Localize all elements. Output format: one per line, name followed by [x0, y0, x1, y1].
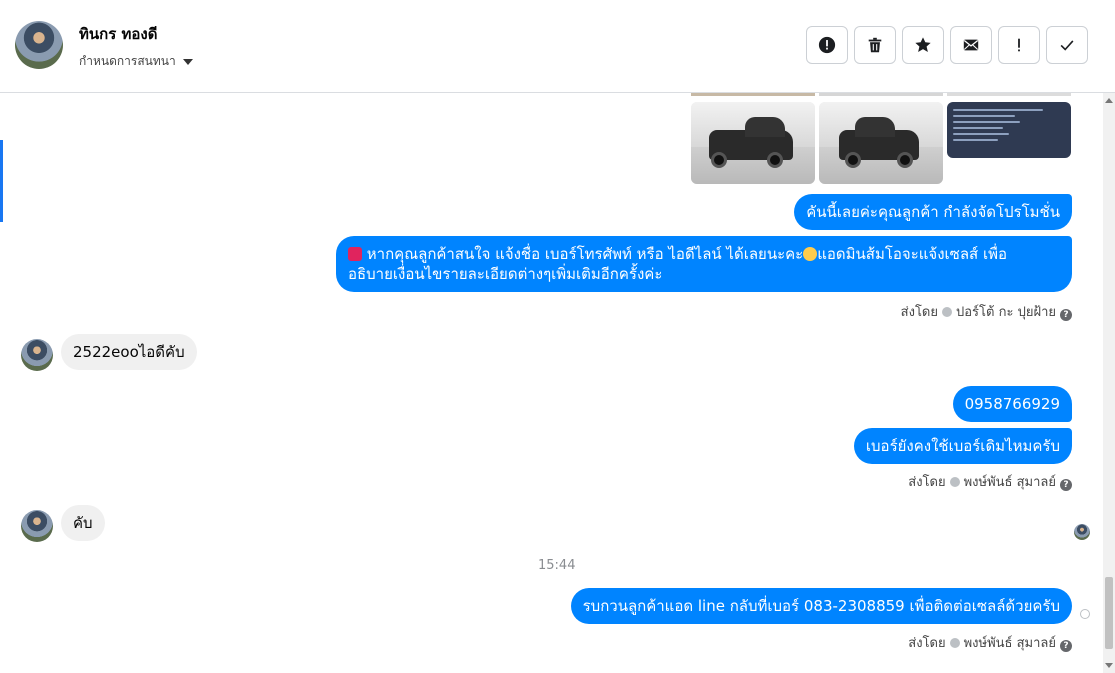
- contact-avatar-small[interactable]: [21, 510, 53, 542]
- outgoing-message[interactable]: คันนี้เลยค่ะคุณลูกค้า กำลังจัดโปรโมชั่น: [794, 194, 1072, 230]
- trash-icon: [868, 37, 882, 53]
- outgoing-message[interactable]: รบกวนลูกค้าแอด line กลับที่เบอร์ 083-230…: [570, 588, 1072, 624]
- alert-circle-icon: [818, 36, 836, 54]
- important-button[interactable]: [998, 26, 1040, 64]
- sent-by-label: ส่งโดย พงษ์พันธ์ สุมาลย์?: [908, 471, 1072, 492]
- help-icon[interactable]: ?: [1060, 640, 1072, 652]
- contact-avatar[interactable]: [15, 21, 63, 69]
- delete-button[interactable]: [854, 26, 896, 64]
- photo-attachment-partial[interactable]: [691, 93, 815, 96]
- sender-name[interactable]: พงษ์พันธ์ สุมาลย์: [964, 636, 1056, 651]
- outgoing-message[interactable]: เบอร์ยังคงใช้เบอร์เดิมไหมครับ: [853, 428, 1072, 464]
- verified-icon: [949, 638, 960, 648]
- scrollbar-thumb[interactable]: [1105, 577, 1113, 649]
- photo-attachment-truck-front[interactable]: [819, 102, 943, 184]
- document-attachment[interactable]: [947, 102, 1071, 158]
- active-conversation-indicator: [0, 140, 3, 222]
- sent-by-text: ส่งโดย: [908, 475, 946, 490]
- check-icon: [1060, 40, 1074, 51]
- message-text: อธิบายเงื่อนไขรายละเอียดต่างๆเพิ่มเติมอี…: [348, 265, 663, 283]
- help-icon[interactable]: ?: [1060, 309, 1072, 321]
- alarm-emoji-icon: [348, 247, 362, 261]
- scrollbar[interactable]: [1103, 93, 1115, 673]
- message-text: หากคุณลูกค้าสนใจ แจ้งชื่อ เบอร์โทรศัพท์ …: [366, 245, 804, 263]
- sender-name[interactable]: ปอร์โต้ กะ ปุยฝ้าย: [956, 305, 1056, 320]
- star-button[interactable]: [902, 26, 944, 64]
- scroll-up-arrow-icon[interactable]: [1105, 98, 1113, 103]
- conversation-settings-dropdown[interactable]: กำหนดการสนทนา: [79, 52, 193, 71]
- toolbar: [806, 26, 1088, 64]
- sent-by-label: ส่งโดย พงษ์พันธ์ สุมาลย์?: [908, 632, 1072, 653]
- sent-by-text: ส่งโดย: [900, 305, 938, 320]
- message-text: แอดมินส้มโอจะแจ้งเซลส์ เพื่อ: [817, 245, 1007, 263]
- conversation-header: ทินกร ทองดี กำหนดการสนทนา: [0, 0, 1115, 93]
- sent-by-text: ส่งโดย: [908, 636, 946, 651]
- caret-down-icon: [182, 58, 193, 65]
- exclamation-icon: [1018, 38, 1020, 52]
- contact-avatar-small[interactable]: [21, 339, 53, 371]
- envelope-icon: [963, 39, 979, 51]
- verified-icon: [942, 307, 952, 317]
- help-icon[interactable]: ?: [1060, 479, 1072, 491]
- scroll-down-arrow-icon[interactable]: [1105, 663, 1113, 668]
- mark-spam-button[interactable]: [806, 26, 848, 64]
- photo-attachment-partial[interactable]: [947, 93, 1071, 96]
- mark-unread-button[interactable]: [950, 26, 992, 64]
- sent-by-label: ส่งโดย ปอร์โต้ กะ ปุยฝ้าย?: [901, 301, 1072, 322]
- done-button[interactable]: [1046, 26, 1088, 64]
- sender-name[interactable]: พงษ์พันธ์ สุมาลย์: [964, 475, 1056, 490]
- outgoing-message[interactable]: 0958766929: [952, 386, 1072, 422]
- incoming-message[interactable]: คับ: [61, 505, 105, 541]
- star-icon: [915, 37, 931, 53]
- timestamp: 15:44: [538, 558, 576, 573]
- sent-status-icon: [1080, 609, 1090, 619]
- photo-attachment-truck-rear[interactable]: [691, 102, 815, 184]
- verified-icon: [949, 477, 960, 487]
- seen-by-avatar: [1074, 524, 1090, 540]
- smiling-face-hearts-emoji-icon: [803, 247, 818, 261]
- photo-attachment-partial[interactable]: [819, 93, 943, 96]
- contact-name[interactable]: ทินกร ทองดี: [79, 22, 157, 46]
- incoming-message[interactable]: 2522eooไอดีคับ: [61, 334, 197, 370]
- conversation-settings-label: กำหนดการสนทนา: [79, 54, 176, 68]
- outgoing-message[interactable]: หากคุณลูกค้าสนใจ แจ้งชื่อ เบอร์โทรศัพท์ …: [336, 236, 1072, 292]
